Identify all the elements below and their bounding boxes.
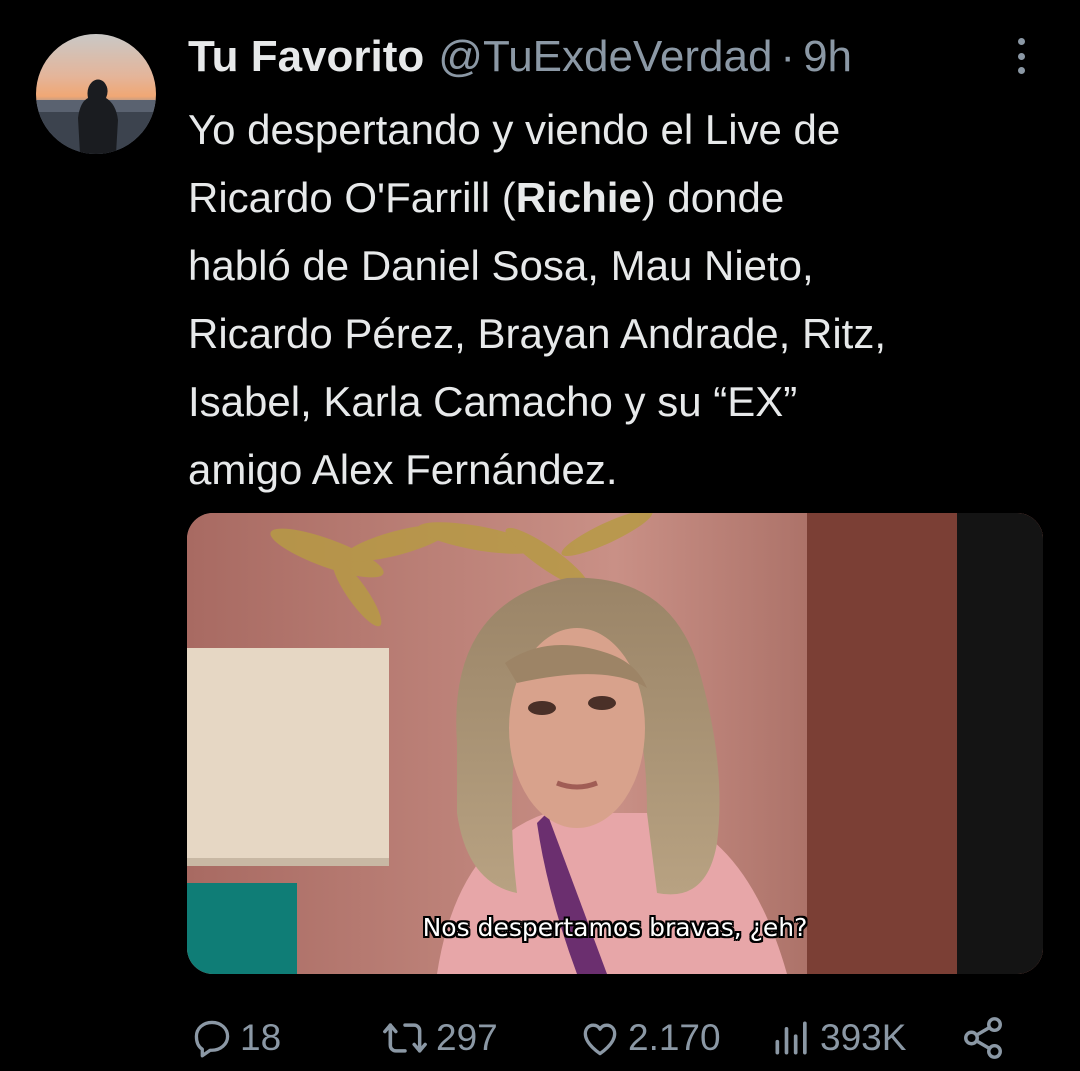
views-count: 393K [820, 1017, 907, 1058]
separator-dot: · [780, 32, 796, 81]
tweet-text-line: Ricardo Pérez, Brayan Andrade, Ritz, [188, 310, 887, 357]
reply-button[interactable]: 18 [190, 1008, 281, 1068]
tweet-text: Yo despertando y viendo el Live de Ricar… [188, 96, 1058, 504]
media-subtitle: Nos despertamos bravas, ¿eh? [422, 913, 808, 942]
retweet-button[interactable]: 297 [380, 1008, 498, 1068]
avatar[interactable] [36, 34, 156, 154]
tweet-header: Tu Favorito @TuExdeVerdad · 9h [188, 30, 852, 84]
avatar-image [36, 34, 156, 154]
views-icon [775, 1021, 807, 1055]
reply-icon [194, 1020, 230, 1058]
reply-count: 18 [240, 1017, 282, 1058]
like-button[interactable]: 2.170 [578, 1008, 721, 1068]
display-name[interactable]: Tu Favorito [188, 32, 424, 82]
like-count: 2.170 [628, 1017, 721, 1058]
media-image [187, 513, 1043, 974]
tweet-text-line: habló de Daniel Sosa, Mau Nieto, [188, 242, 814, 289]
retweet-icon [383, 1023, 427, 1053]
bold-mention: Richie [515, 174, 642, 221]
more-icon[interactable] [1004, 36, 1038, 76]
tweet-actions: 18 297 2.170 393K [190, 1008, 1010, 1068]
user-handle[interactable]: @TuExdeVerdad [438, 32, 772, 82]
tweet-text-line: Isabel, Karla Camacho y su “EX” [188, 378, 798, 425]
tweet-media[interactable]: Nos despertamos bravas, ¿eh? [187, 513, 1043, 974]
timestamp[interactable]: 9h [803, 32, 852, 82]
tweet-text-line: amigo Alex Fernández. [188, 446, 618, 493]
views-button[interactable]: 393K [770, 1008, 906, 1068]
heart-icon [583, 1023, 617, 1056]
share-button[interactable] [960, 1008, 1006, 1068]
share-icon [964, 1017, 1002, 1059]
retweet-count: 297 [436, 1017, 498, 1058]
tweet-text-line: Ricardo O'Farrill (Richie) donde [188, 174, 785, 221]
tweet-text-line: Yo despertando y viendo el Live de [188, 106, 841, 153]
